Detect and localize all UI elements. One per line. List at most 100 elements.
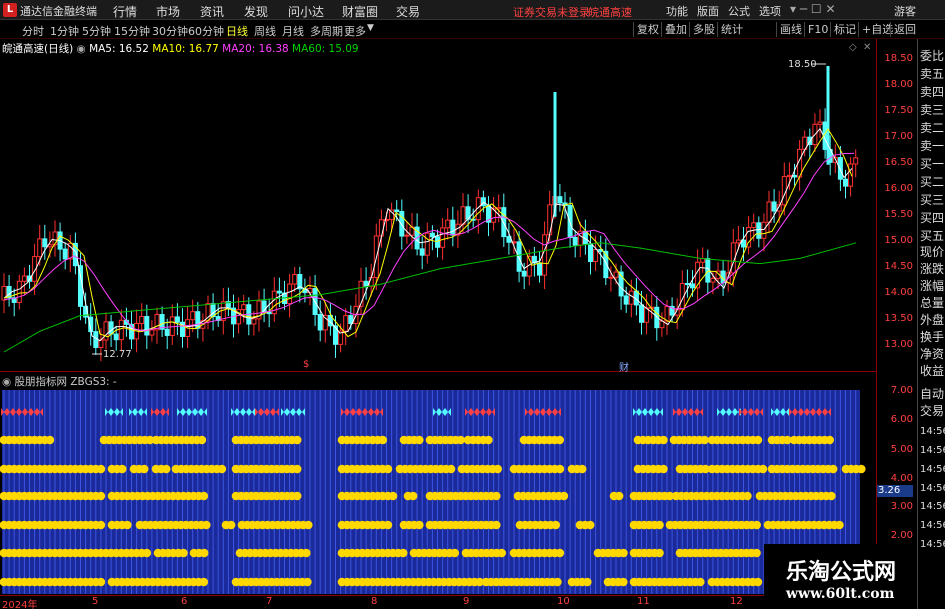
indicator-settings-icon[interactable]: ◉ (2, 376, 11, 388)
multi-stock-button[interactable]: 多股 (689, 22, 718, 37)
guest-user[interactable]: 游客 (894, 3, 916, 19)
signal-dot (619, 577, 628, 587)
candle-body (139, 316, 145, 324)
quote-field-label: 现价 (920, 245, 945, 259)
menu-market-quotes[interactable]: 行情 (113, 3, 137, 20)
price-tick: 18.00 (884, 79, 913, 90)
period-tab-intraday[interactable]: 分时 (22, 23, 44, 39)
quote-field-label: 外盘 (920, 313, 945, 327)
indicator-panel[interactable]: ◉ 股朋指标网 ZBGS3: - (0, 372, 877, 596)
signal-dot (96, 491, 106, 501)
candle-body (343, 315, 349, 332)
candle-body (817, 121, 823, 125)
signal-dot (378, 435, 388, 445)
menu-market[interactable]: 市场 (156, 3, 180, 20)
menu-trade[interactable]: 交易 (396, 3, 420, 20)
indicator-tick: 6.00 (890, 414, 913, 425)
signal-dot (659, 435, 668, 445)
candle-body (292, 274, 298, 285)
menu-options[interactable]: 选项 (759, 3, 781, 19)
period-tab-5min[interactable]: 5分钟 (82, 23, 111, 39)
signal-dot (202, 520, 211, 530)
draw-line-button[interactable]: 画线 (776, 22, 805, 37)
candle-body (837, 157, 843, 180)
signal-dot (139, 464, 149, 474)
indicator-tick: 7.00 (890, 385, 913, 396)
candle-body (378, 219, 384, 237)
candle-body (751, 222, 757, 228)
signal-dot (492, 520, 501, 530)
current-stock-name: 皖通高速 (588, 6, 632, 19)
candle-body (190, 311, 196, 321)
period-tab-15min[interactable]: 15分钟 (114, 23, 150, 39)
signal-dot (117, 464, 127, 474)
candle-body (761, 221, 767, 239)
indicator-name[interactable]: 股朋指标网 (15, 376, 68, 388)
back-button[interactable]: 返回 (890, 22, 919, 37)
signal-dot (825, 435, 834, 445)
app-logo-icon: L (3, 3, 17, 17)
signal-dot (292, 491, 302, 501)
login-status[interactable]: 证券交易未登录 (513, 4, 590, 20)
f10-button[interactable]: F10 (804, 22, 831, 37)
candle-body (149, 329, 155, 336)
period-tab-daily[interactable]: 日线 (226, 23, 248, 39)
candle-body (62, 248, 68, 260)
statistics-button[interactable]: 统计 (717, 22, 746, 37)
quote-field-label: 卖三 (920, 103, 945, 117)
date-label: 12 (730, 596, 743, 607)
stock-title[interactable]: 皖通高速(日线) (2, 43, 73, 55)
quote-field-label: 14:56 (920, 520, 945, 531)
candle-body (613, 271, 619, 278)
menu-layout[interactable]: 版面 (697, 3, 719, 19)
candle-body (735, 239, 741, 244)
menu-function[interactable]: 功能 (666, 3, 688, 19)
menu-ask[interactable]: 问小达 (288, 3, 324, 20)
ma20-value: MA20: 16.38 (222, 43, 289, 55)
menu-formula[interactable]: 公式 (728, 3, 750, 19)
adjust-button[interactable]: 复权 (633, 22, 662, 37)
menu-wealth[interactable]: 财富圈 (342, 3, 378, 20)
period-tab-60min[interactable]: 60分钟 (188, 23, 224, 39)
period-tab-1min[interactable]: 1分钟 (50, 23, 79, 39)
price-tick: 18.50 (884, 53, 913, 64)
price-axis: 18.50 18.00 17.50 17.00 16.50 16.00 15.5… (877, 39, 917, 372)
candle-body (21, 275, 27, 282)
menu-news[interactable]: 资讯 (200, 3, 224, 20)
candle-body (608, 276, 614, 279)
period-tab-weekly[interactable]: 周线 (254, 23, 276, 39)
diamond-icon[interactable]: ◇ (849, 42, 857, 53)
candle-body (164, 328, 170, 336)
menu-discover[interactable]: 发现 (244, 3, 268, 20)
kline-chart-svg (1, 63, 859, 362)
settings-icon[interactable]: ◉ (77, 43, 86, 55)
signal-dot (415, 520, 424, 530)
dividend-marker[interactable]: $ (303, 359, 309, 370)
mark-button[interactable]: 标记 (830, 22, 859, 37)
signal-dot (450, 548, 460, 558)
candle-body (623, 295, 629, 305)
quote-side-panel[interactable]: 委比 卖五 卖四 卖三 卖二 卖一 买一 买二 买三 买四 买五 现价 涨跌 涨幅 总量 外盘 换手 净资 收益 自动… (917, 39, 945, 609)
period-tab-30min[interactable]: 30分钟 (152, 23, 188, 39)
ma10-value: MA10: 16.77 (152, 43, 219, 55)
candle-body (460, 206, 466, 225)
period-tab-more[interactable]: 更多 (344, 23, 366, 39)
kline-chart-panel[interactable]: 皖通高速(日线) ◉ MA5: 16.52 MA10: 16.77 MA20: … (0, 39, 877, 374)
candle-body (588, 243, 593, 262)
candle-body (521, 270, 527, 277)
period-tab-multi[interactable]: 多周期 (310, 23, 343, 39)
overlay-button[interactable]: 叠加 (661, 22, 690, 37)
close-panel-icon[interactable]: ✕ (863, 42, 871, 53)
signal-dot (827, 491, 836, 501)
signal-dot (497, 548, 507, 558)
candle-body (695, 261, 701, 289)
chevron-down-icon[interactable]: ▼ (367, 23, 374, 33)
quote-field-label: 净资 (920, 347, 945, 361)
period-tab-monthly[interactable]: 月线 (282, 23, 304, 39)
signal-dot (388, 491, 398, 501)
indicator-info: ◉ 股朋指标网 ZBGS3: - (2, 374, 117, 389)
quote-field-label: 14:56 (920, 426, 945, 437)
signal-dot (492, 491, 501, 501)
date-label: 2024年 (2, 600, 38, 609)
candle-body (404, 234, 410, 237)
